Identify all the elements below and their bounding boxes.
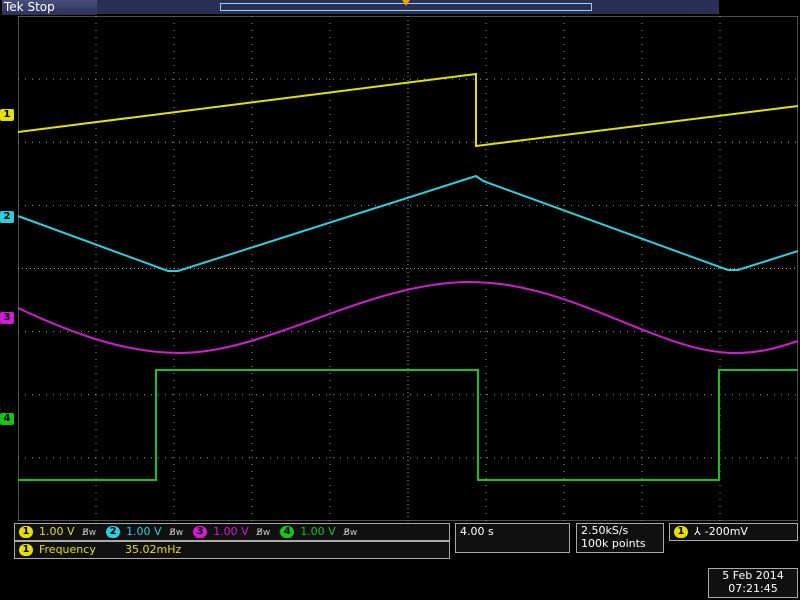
ch3-scale: 1.00 V bbox=[213, 525, 249, 538]
measurement-readout[interactable]: 1 Frequency 35.02mHz bbox=[14, 541, 450, 559]
ch1-ground-marker[interactable]: 1 bbox=[0, 109, 14, 121]
timebase-scale: 4.00 s bbox=[460, 525, 494, 538]
ch4-badge: 4 bbox=[280, 526, 295, 538]
channel-scale-readout[interactable]: 1 1.00 V B̸w 2 1.00 V B̸w 3 1.00 V B̸w 4 1.00 V B̸w bbox=[14, 523, 450, 541]
status-bar: Tek Stop bbox=[0, 0, 800, 16]
ch3-badge: 3 bbox=[193, 526, 208, 538]
ch2-ground-marker[interactable]: 2 bbox=[0, 211, 14, 223]
bandwidth-limit-icon: B̸w bbox=[256, 528, 271, 538]
record-length: 100k points bbox=[581, 537, 646, 550]
graticule-grid bbox=[18, 16, 798, 521]
ch3-ground-marker[interactable]: 3 bbox=[0, 312, 14, 324]
ch4-ground-marker[interactable]: 4 bbox=[0, 413, 14, 425]
datetime-readout: 5 Feb 2014 07:21:45 bbox=[708, 568, 798, 598]
bandwidth-limit-icon: B̸w bbox=[343, 528, 358, 538]
trigger-channel-badge: 1 bbox=[674, 526, 688, 538]
date-display: 5 Feb 2014 bbox=[722, 569, 784, 582]
ch3-marker-label: 3 bbox=[3, 312, 11, 323]
waveform-display[interactable] bbox=[18, 16, 798, 521]
timebase-readout[interactable]: 4.00 s bbox=[455, 523, 570, 553]
bandwidth-limit-icon: B̸w bbox=[82, 528, 97, 538]
ch4-marker-label: 4 bbox=[3, 413, 11, 424]
ch1-marker-label: 1 bbox=[3, 109, 11, 120]
ch2-marker-label: 2 bbox=[3, 211, 11, 222]
ch2-badge: 2 bbox=[106, 526, 121, 538]
acquisition-status: Stop bbox=[27, 0, 55, 14]
measurement-name: Frequency bbox=[39, 543, 96, 556]
trigger-position-marker-icon[interactable] bbox=[402, 0, 410, 6]
readout-area: 1 1.00 V B̸w 2 1.00 V B̸w 3 1.00 V B̸w 4 1.00 V B̸w… bbox=[0, 522, 800, 600]
ch4-scale: 1.00 V bbox=[300, 525, 336, 538]
measurement-value: 35.02mHz bbox=[125, 543, 182, 556]
time-display: 07:21:45 bbox=[728, 582, 778, 595]
ch1-badge: 1 bbox=[19, 526, 33, 538]
sample-rate: 2.50kS/s bbox=[581, 524, 629, 537]
measurement-channel-badge: 1 bbox=[19, 544, 33, 556]
ch2-scale: 1.00 V bbox=[126, 525, 162, 538]
trigger-readout[interactable]: 1 ⅄ -200mV bbox=[669, 523, 798, 541]
ch1-scale: 1.00 V bbox=[39, 525, 75, 538]
brand-label: Tek bbox=[4, 0, 24, 14]
falling-edge-icon: ⅄ bbox=[694, 525, 701, 538]
acquisition-readout[interactable]: 2.50kS/s 100k points bbox=[576, 523, 664, 553]
bandwidth-limit-icon: B̸w bbox=[169, 528, 184, 538]
trigger-level: -200mV bbox=[704, 525, 748, 538]
brand-status: Tek Stop bbox=[2, 0, 97, 15]
